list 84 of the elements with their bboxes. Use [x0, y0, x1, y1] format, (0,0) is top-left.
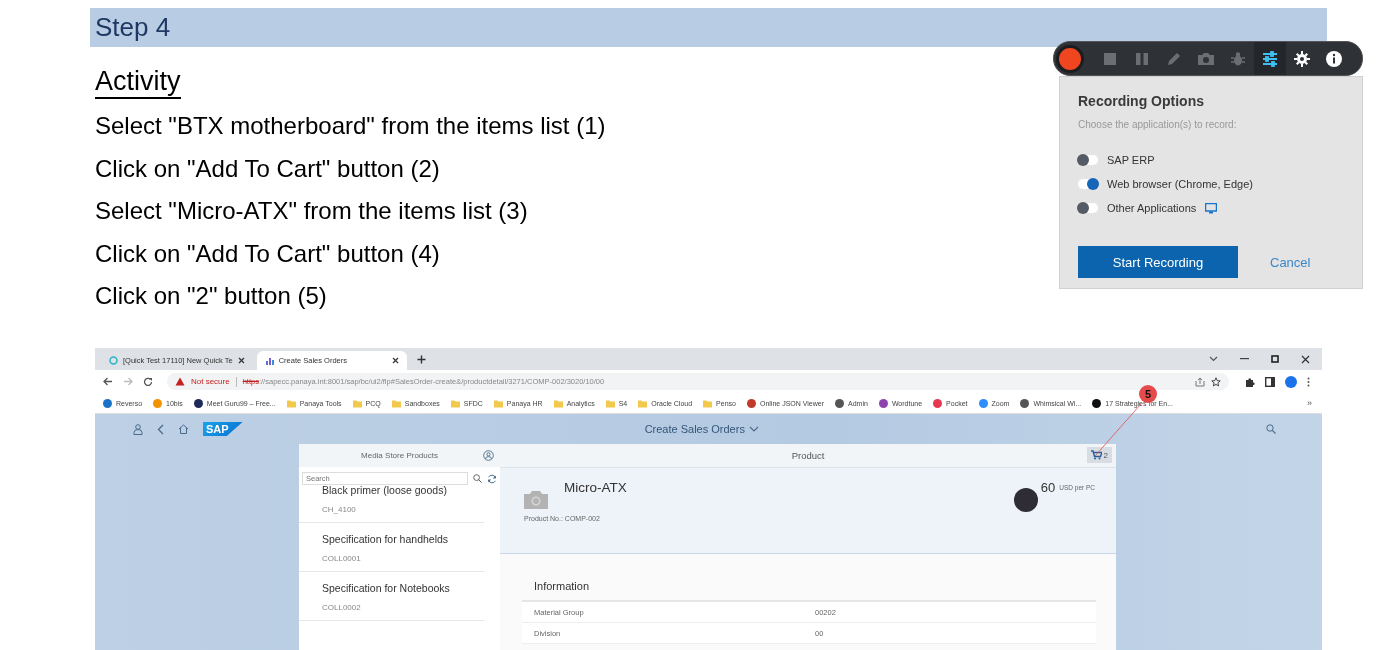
site-favicon-icon	[153, 398, 163, 408]
reload-icon[interactable]	[143, 376, 153, 387]
search-icon[interactable]	[473, 474, 482, 483]
instruction-text: Click on "Add To Cart" button (4)	[95, 238, 440, 269]
site-favicon-icon	[978, 398, 988, 408]
chart-icon	[264, 356, 274, 365]
panel-title: Media Store Products	[361, 451, 438, 460]
product-list-item[interactable]: Specification for handhelds COLL0001	[299, 523, 484, 572]
more-bookmarks-button[interactable]: »	[1307, 398, 1312, 408]
search-icon[interactable]	[1266, 424, 1276, 434]
panel-title: Product	[791, 450, 825, 461]
puzzle-icon[interactable]	[1245, 376, 1255, 387]
home-icon[interactable]	[178, 424, 189, 434]
menu-icon[interactable]	[1307, 376, 1310, 387]
option-label: SAP ERP	[1107, 154, 1155, 166]
folder-icon	[703, 398, 713, 408]
instruction-text: Click on "2" button (5)	[95, 281, 327, 311]
folder-icon	[493, 398, 503, 408]
folder-icon	[553, 398, 563, 408]
site-favicon-icon	[1020, 398, 1030, 408]
site-favicon-icon	[746, 398, 756, 408]
instruction-text: Select "Micro-ATX" from the items list (3)	[95, 196, 528, 226]
folder-icon	[450, 398, 460, 408]
step-title: Step 4	[94, 12, 171, 43]
user-circle-icon[interactable]	[483, 450, 494, 461]
minimize-icon[interactable]	[1240, 358, 1249, 360]
chevron-down-icon[interactable]	[1209, 356, 1218, 362]
product-list-item[interactable]: Specification for Notebooks COLL0002	[299, 572, 484, 621]
product-name: Black primer (loose goods)	[322, 484, 448, 496]
folder-icon	[286, 398, 296, 408]
record-button[interactable]	[1056, 44, 1084, 73]
option-label: Other Applications	[1107, 202, 1197, 214]
instruction-text: Click on "Add To Cart" button (2)	[95, 153, 440, 184]
option-label: Web browser (Chrome, Edge)	[1107, 178, 1253, 190]
site-favicon-icon	[835, 398, 845, 408]
cart-icon	[1090, 450, 1102, 460]
security-warning: Not secure	[191, 377, 230, 386]
toggle-switch[interactable]	[1078, 179, 1098, 189]
user-icon[interactable]	[133, 423, 143, 435]
tab-favicon-icon	[109, 356, 118, 365]
product-code: COLL0002	[322, 603, 362, 612]
back-icon[interactable]	[157, 423, 164, 435]
product-name: Specification for handhelds	[322, 533, 450, 545]
site-favicon-icon	[933, 398, 943, 408]
chevron-down-icon	[748, 426, 759, 432]
app-title-menu[interactable]: Create Sales Orders	[644, 423, 759, 435]
site-favicon-icon	[193, 398, 203, 408]
star-icon[interactable]	[1211, 376, 1221, 387]
panel-title: Recording Options	[1078, 93, 1205, 109]
folder-icon	[638, 398, 648, 408]
sliders-icon[interactable]	[1254, 42, 1286, 75]
price-value: 60	[1040, 480, 1056, 495]
warning-icon	[175, 377, 185, 386]
site-favicon-icon	[1092, 398, 1102, 408]
camera-icon	[524, 490, 548, 509]
profile-avatar-icon[interactable]	[1285, 375, 1297, 388]
folder-icon	[391, 398, 401, 408]
close-icon[interactable]	[237, 357, 245, 364]
instruction-text: Select "BTX motherboard" from the items list (1)	[95, 111, 606, 141]
sap-logo[interactable]: SAP	[203, 422, 243, 436]
toggle-switch[interactable]	[1078, 203, 1098, 213]
activity-heading: Activity	[95, 65, 181, 99]
toggle-switch[interactable]	[1078, 155, 1098, 165]
product-code: CH_4100	[322, 505, 357, 514]
restore-icon[interactable]	[1271, 355, 1279, 363]
product-name: Specification for Notebooks	[322, 582, 451, 594]
site-favicon-icon	[103, 398, 112, 408]
close-icon[interactable]	[391, 357, 399, 364]
product-list-item[interactable]: Black primer (loose goods) CH_4100	[299, 484, 484, 523]
product-title: Micro-ATX	[564, 480, 627, 495]
back-icon[interactable]	[103, 377, 113, 386]
product-code: COLL0001	[322, 554, 362, 563]
panel-subtitle: Choose the application(s) to record:	[1078, 119, 1238, 130]
folder-icon	[352, 398, 362, 408]
monitor-icon	[1205, 202, 1218, 214]
start-recording-button[interactable]: Start Recording	[1078, 246, 1238, 278]
folder-icon	[605, 398, 615, 408]
cart-button[interactable]: 2	[1086, 447, 1112, 463]
refresh-icon[interactable]	[487, 473, 497, 484]
share-icon[interactable]	[1195, 376, 1205, 387]
side-panel-icon[interactable]	[1265, 376, 1275, 387]
new-tab-icon[interactable]	[416, 354, 426, 364]
close-icon[interactable]	[1301, 354, 1310, 364]
site-favicon-icon	[878, 398, 888, 408]
